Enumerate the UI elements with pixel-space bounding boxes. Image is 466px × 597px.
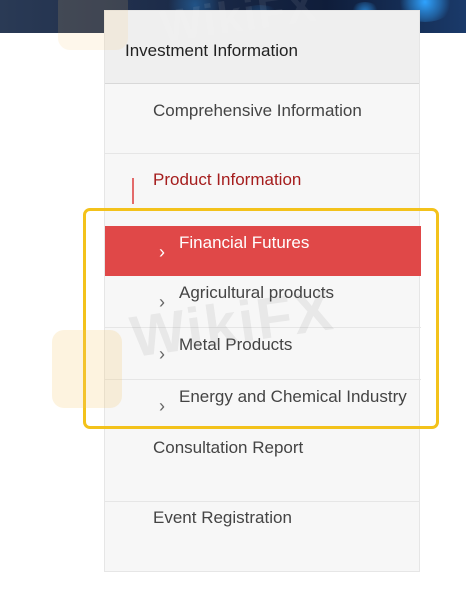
sidebar-item-label: Consultation Report (153, 438, 304, 457)
sub-item-label: Energy and Chemical Industry (179, 387, 407, 406)
sidebar-item-comprehensive-information[interactable]: Comprehensive Information (105, 84, 419, 154)
sidebar-item-label: Event Registration (153, 508, 292, 527)
sidebar-item-consultation-report[interactable]: Consultation Report (105, 432, 419, 502)
active-section-marker (132, 178, 134, 204)
chevron-right-icon: › (159, 396, 165, 416)
sidebar-item-event-registration[interactable]: Event Registration (105, 502, 419, 572)
watermark-logo (58, 0, 128, 50)
sidebar-item-label: Comprehensive Information (153, 101, 362, 120)
watermark-logo (52, 330, 122, 408)
sub-item-energy-and-chemical-industry[interactable]: › Energy and Chemical Industry (105, 380, 421, 432)
sidebar-item-label: Product Information (153, 170, 302, 189)
sub-item-financial-futures[interactable]: › Financial Futures (105, 226, 421, 276)
sidebar-item-product-information[interactable]: Product Information (105, 154, 419, 224)
sub-item-label: Financial Futures (179, 233, 310, 252)
chevron-right-icon: › (159, 242, 165, 262)
